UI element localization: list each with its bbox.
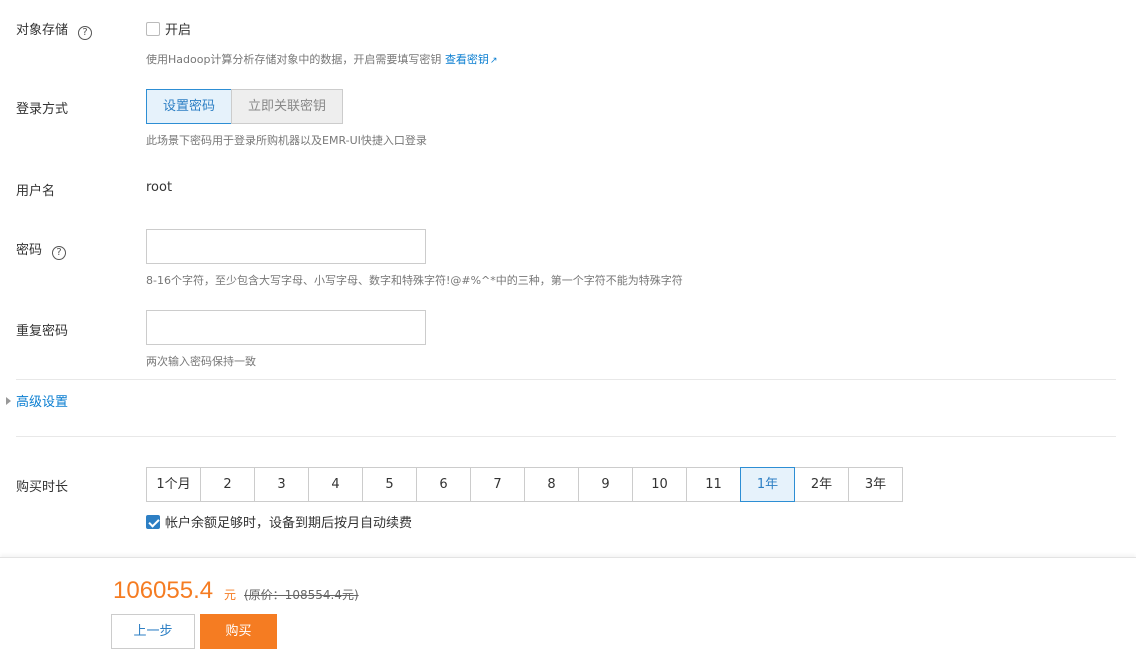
help-icon[interactable]: ? (78, 26, 93, 40)
repeat-password-hint: 两次输入密码保持一致 (146, 355, 256, 368)
repeat-password-input[interactable] (146, 310, 426, 345)
price-value: 106055.4 (113, 577, 214, 604)
password-label: 密码? (16, 239, 67, 260)
password-label-text: 密码 (16, 243, 43, 258)
object-storage-hint-text: 使用Hadoop计算分析存储对象中的数据，开启需要填写密钥 (146, 53, 442, 66)
original-price: (原价：108554.4元) (244, 588, 359, 602)
duration-option[interactable]: 2 (200, 467, 255, 502)
duration-option[interactable]: 5 (362, 467, 417, 502)
duration-option[interactable]: 10 (632, 467, 687, 502)
duration-option[interactable]: 3年 (848, 467, 903, 502)
object-storage-checkbox[interactable] (146, 22, 160, 36)
duration-label: 购买时长 (16, 480, 69, 495)
username-label: 用户名 (16, 184, 56, 199)
password-input[interactable] (146, 229, 426, 264)
external-link-icon: ↗ (489, 56, 498, 66)
advanced-settings-toggle[interactable]: 高级设置 (6, 391, 68, 410)
login-method-label: 登录方式 (16, 102, 69, 117)
object-storage-label-text: 对象存储 (16, 23, 69, 38)
advanced-settings-label: 高级设置 (16, 395, 69, 410)
duration-option[interactable]: 11 (686, 467, 741, 502)
duration-selector: 1个月 2 3 4 5 6 7 8 9 10 11 1年 2年 3年 (146, 467, 903, 502)
duration-option[interactable]: 4 (308, 467, 363, 502)
auto-renew-toggle[interactable]: 帐户余额足够时，设备到期后按月自动续费 (146, 512, 412, 531)
password-hint: 8-16个字符，至少包含大写字母、小写字母、数字和特殊字符!@#%^*中的三种，… (146, 274, 683, 287)
repeat-password-label: 重复密码 (16, 324, 69, 339)
duration-option-selected[interactable]: 1年 (740, 467, 795, 502)
view-key-link[interactable]: 查看密钥↗ (445, 53, 498, 66)
auto-renew-label: 帐户余额足够时，设备到期后按月自动续费 (165, 516, 413, 531)
duration-option[interactable]: 2年 (794, 467, 849, 502)
previous-step-button[interactable]: 上一步 (111, 614, 195, 649)
divider (16, 436, 1116, 437)
help-icon[interactable]: ? (52, 246, 67, 260)
duration-option[interactable]: 9 (578, 467, 633, 502)
duration-option[interactable]: 3 (254, 467, 309, 502)
link-key-button[interactable]: 立即关联密钥 (231, 89, 344, 124)
duration-option[interactable]: 6 (416, 467, 471, 502)
set-password-button[interactable]: 设置密码 (146, 89, 233, 124)
price-unit: 元 (224, 588, 237, 602)
username-value: root (146, 180, 173, 195)
caret-right-icon (6, 397, 11, 405)
buy-button[interactable]: 购买 (200, 614, 277, 649)
login-method-selector: 设置密码 立即关联密钥 (146, 89, 344, 124)
divider (16, 379, 1116, 380)
duration-option[interactable]: 7 (470, 467, 525, 502)
duration-option[interactable]: 1个月 (146, 467, 201, 502)
object-storage-toggle[interactable]: 开启 (146, 19, 191, 38)
auto-renew-checkbox[interactable] (146, 515, 160, 529)
login-method-hint: 此场景下密码用于登录所购机器以及EMR-UI快捷入口登录 (146, 134, 427, 147)
object-storage-checkbox-label: 开启 (165, 23, 192, 38)
object-storage-label: 对象存储? (16, 19, 93, 40)
object-storage-hint: 使用Hadoop计算分析存储对象中的数据，开启需要填写密钥 查看密钥↗ (146, 51, 497, 67)
duration-option[interactable]: 8 (524, 467, 579, 502)
